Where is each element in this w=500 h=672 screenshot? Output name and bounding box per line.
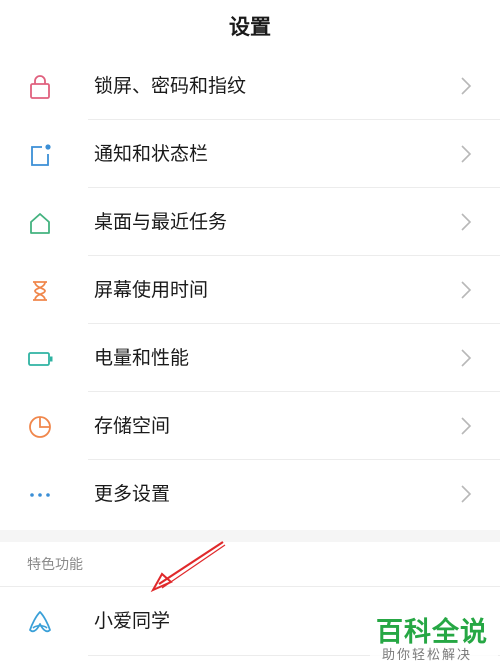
settings-item-more-settings[interactable]: 更多设置 (0, 460, 500, 528)
settings-item-lock-screen[interactable]: 锁屏、密码和指纹 (0, 52, 500, 120)
settings-item-screen-time[interactable]: 屏幕使用时间 (0, 256, 500, 324)
watermark: 百科全说 助你轻松解决 (370, 606, 498, 668)
divider (0, 586, 500, 587)
more-icon (30, 493, 50, 497)
settings-item-label: 存储空间 (94, 415, 171, 437)
pie-chart-icon (29, 416, 51, 438)
settings-item-notifications[interactable]: 通知和状态栏 (0, 120, 500, 188)
hourglass-icon (33, 281, 47, 301)
section-gap (0, 530, 500, 542)
home-icon (30, 213, 50, 234)
settings-item-home-screen[interactable]: 桌面与最近任务 (0, 188, 500, 256)
watermark-slogan: 助你轻松解决 (382, 648, 473, 663)
chevron-right-icon (461, 485, 472, 503)
chevron-right-icon (461, 145, 472, 163)
notification-icon (31, 144, 51, 166)
settings-list: 锁屏、密码和指纹 通知和状态栏 桌面与最近任务 屏幕使用时间 电量和性能 存储空… (0, 52, 500, 528)
header: 设置 (0, 0, 500, 52)
page-title: 设置 (229, 15, 271, 39)
xiaoai-icon (29, 611, 51, 633)
settings-item-label: 通知和状态栏 (94, 143, 209, 165)
chevron-right-icon (461, 349, 472, 367)
chevron-right-icon (461, 281, 472, 299)
settings-item-label: 更多设置 (94, 483, 171, 505)
lock-icon (30, 75, 50, 99)
chevron-right-icon (461, 77, 472, 95)
battery-icon (28, 352, 53, 366)
settings-item-label: 锁屏、密码和指纹 (94, 75, 247, 97)
section-title-featured: 特色功能 (27, 557, 83, 573)
settings-item-label: 屏幕使用时间 (94, 279, 209, 301)
settings-item-label: 小爱同学 (94, 610, 171, 632)
settings-item-battery[interactable]: 电量和性能 (0, 324, 500, 392)
settings-item-label: 桌面与最近任务 (94, 211, 228, 233)
chevron-right-icon (461, 213, 472, 231)
chevron-right-icon (461, 417, 472, 435)
annotation-arrow (150, 541, 226, 593)
settings-item-label: 电量和性能 (94, 347, 190, 369)
settings-item-storage[interactable]: 存储空间 (0, 392, 500, 460)
